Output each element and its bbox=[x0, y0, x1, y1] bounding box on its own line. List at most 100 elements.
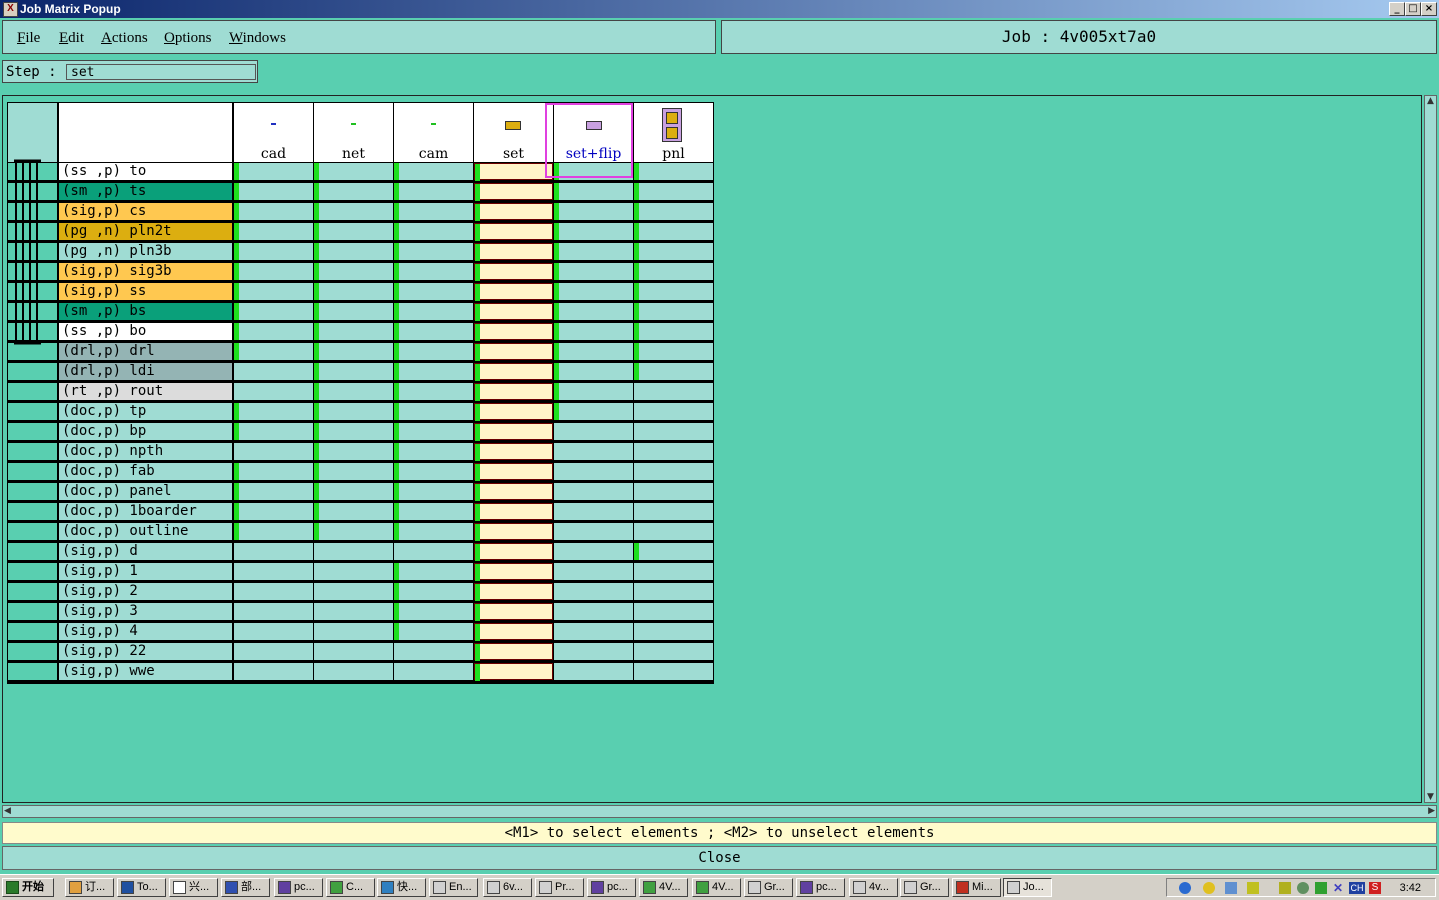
matrix-cell[interactable] bbox=[474, 663, 553, 681]
taskbar-item[interactable]: Gr... bbox=[900, 878, 949, 897]
layer-row-drl[interactable]: (drl,p) drl bbox=[59, 343, 232, 360]
matrix-cell[interactable] bbox=[634, 403, 713, 420]
matrix-cell[interactable] bbox=[394, 343, 473, 360]
maximize-button[interactable]: □ bbox=[1405, 2, 1421, 16]
layer-row-1boarder[interactable]: (doc,p) 1boarder bbox=[59, 503, 232, 520]
matrix-cell[interactable] bbox=[314, 163, 393, 180]
scroll-down-icon[interactable]: ▼ bbox=[1427, 792, 1434, 802]
matrix-cell[interactable] bbox=[634, 483, 713, 500]
matrix-cell[interactable] bbox=[554, 443, 633, 460]
matrix-cell[interactable] bbox=[634, 203, 713, 220]
matrix-cell[interactable] bbox=[634, 463, 713, 480]
matrix-cell[interactable] bbox=[554, 483, 633, 500]
matrix-cell[interactable] bbox=[554, 563, 633, 580]
matrix-cell[interactable] bbox=[634, 563, 713, 580]
taskbar-item[interactable]: Pr... bbox=[535, 878, 584, 897]
matrix-cell[interactable] bbox=[634, 183, 713, 200]
horizontal-scrollbar[interactable]: ◀ ▶ bbox=[2, 805, 1437, 818]
matrix-cell[interactable] bbox=[634, 363, 713, 380]
vertical-scrollbar[interactable]: ▲ ▼ bbox=[1424, 95, 1437, 803]
layer-row-tp[interactable]: (doc,p) tp bbox=[59, 403, 232, 420]
taskbar-item[interactable]: 4V... bbox=[639, 878, 688, 897]
layer-row-4[interactable]: (sig,p) 4 bbox=[59, 623, 232, 640]
layer-row-ss[interactable]: (sig,p) ss bbox=[59, 283, 232, 300]
minimize-button[interactable]: _ bbox=[1389, 2, 1405, 16]
matrix-cell[interactable] bbox=[314, 283, 393, 300]
taskbar-item[interactable]: Mi... bbox=[952, 878, 1001, 897]
matrix-cell[interactable] bbox=[554, 423, 633, 440]
column-header-set[interactable]: set bbox=[474, 103, 553, 162]
matrix-cell[interactable] bbox=[474, 243, 553, 261]
close-button[interactable]: Close bbox=[2, 846, 1437, 870]
matrix-cell[interactable] bbox=[394, 583, 473, 600]
matrix-cell[interactable] bbox=[634, 643, 713, 660]
matrix-cell[interactable] bbox=[394, 363, 473, 380]
layer-row-ts[interactable]: (sm ,p) ts bbox=[59, 183, 232, 200]
layer-row-3[interactable]: (sig,p) 3 bbox=[59, 603, 232, 620]
matrix-cell[interactable] bbox=[634, 163, 713, 180]
matrix-cell[interactable] bbox=[634, 503, 713, 520]
layer-row-panel[interactable]: (doc,p) panel bbox=[59, 483, 232, 500]
start-button[interactable]: 开始 bbox=[2, 878, 54, 897]
matrix-cell[interactable] bbox=[394, 623, 473, 640]
matrix-cell[interactable] bbox=[394, 483, 473, 500]
matrix-cell[interactable] bbox=[634, 243, 713, 260]
matrix-cell[interactable] bbox=[234, 163, 313, 180]
matrix-cell[interactable] bbox=[394, 663, 473, 680]
matrix-cell[interactable] bbox=[634, 283, 713, 300]
matrix-cell[interactable] bbox=[234, 223, 313, 240]
matrix-cell[interactable] bbox=[234, 363, 313, 380]
matrix-cell[interactable] bbox=[314, 383, 393, 400]
taskbar-item[interactable]: 部... bbox=[221, 878, 270, 897]
taskbar-item[interactable]: C... bbox=[326, 878, 375, 897]
tray-app-icon[interactable] bbox=[1247, 882, 1259, 894]
matrix-cell[interactable] bbox=[314, 343, 393, 360]
settings-icon[interactable] bbox=[1297, 882, 1309, 894]
matrix-cell[interactable] bbox=[634, 383, 713, 400]
matrix-cell[interactable] bbox=[394, 523, 473, 540]
taskbar-item[interactable]: En... bbox=[429, 878, 478, 897]
layer-row-to[interactable]: (ss ,p) to bbox=[59, 163, 232, 180]
matrix-cell[interactable] bbox=[554, 303, 633, 320]
taskbar-item[interactable]: Jo... bbox=[1003, 878, 1052, 897]
taskbar-item[interactable]: To... bbox=[117, 878, 166, 897]
matrix-cell[interactable] bbox=[554, 263, 633, 280]
matrix-cell[interactable] bbox=[634, 343, 713, 360]
column-header-cad[interactable]: cad bbox=[234, 103, 313, 162]
matrix-cell[interactable] bbox=[554, 383, 633, 400]
matrix-cell[interactable] bbox=[554, 663, 633, 680]
layer-row-2[interactable]: (sig,p) 2 bbox=[59, 583, 232, 600]
matrix-cell[interactable] bbox=[474, 183, 553, 201]
matrix-cell[interactable] bbox=[554, 643, 633, 660]
layer-row-ldi[interactable]: (drl,p) ldi bbox=[59, 363, 232, 380]
matrix-cell[interactable] bbox=[234, 183, 313, 200]
matrix-cell[interactable] bbox=[474, 523, 553, 541]
matrix-cell[interactable] bbox=[554, 603, 633, 620]
matrix-cell[interactable] bbox=[314, 423, 393, 440]
matrix-cell[interactable] bbox=[474, 403, 553, 421]
matrix-cell[interactable] bbox=[234, 263, 313, 280]
matrix-cell[interactable] bbox=[314, 303, 393, 320]
matrix-cell[interactable] bbox=[394, 323, 473, 340]
matrix-cell[interactable] bbox=[474, 583, 553, 601]
matrix-cell[interactable] bbox=[554, 503, 633, 520]
matrix-cell[interactable] bbox=[234, 243, 313, 260]
layer-row-rout[interactable]: (rt ,p) rout bbox=[59, 383, 232, 400]
matrix-cell[interactable] bbox=[474, 203, 553, 221]
column-header-pnl[interactable]: pnl bbox=[634, 103, 713, 162]
matrix-cell[interactable] bbox=[394, 463, 473, 480]
layer-row-bo[interactable]: (ss ,p) bo bbox=[59, 323, 232, 340]
layer-row-bp[interactable]: (doc,p) bp bbox=[59, 423, 232, 440]
matrix-cell[interactable] bbox=[554, 343, 633, 360]
matrix-cell[interactable] bbox=[474, 283, 553, 301]
matrix-cell[interactable] bbox=[394, 563, 473, 580]
matrix-cell[interactable] bbox=[394, 203, 473, 220]
matrix-cell[interactable] bbox=[474, 223, 553, 241]
matrix-cell[interactable] bbox=[554, 543, 633, 560]
taskbar-item[interactable]: 兴... bbox=[169, 878, 218, 897]
matrix-cell[interactable] bbox=[474, 363, 553, 381]
layer-row-22[interactable]: (sig,p) 22 bbox=[59, 643, 232, 660]
ime-icon[interactable]: S bbox=[1369, 882, 1381, 894]
matrix-cell[interactable] bbox=[634, 523, 713, 540]
matrix-cell[interactable] bbox=[314, 663, 393, 680]
